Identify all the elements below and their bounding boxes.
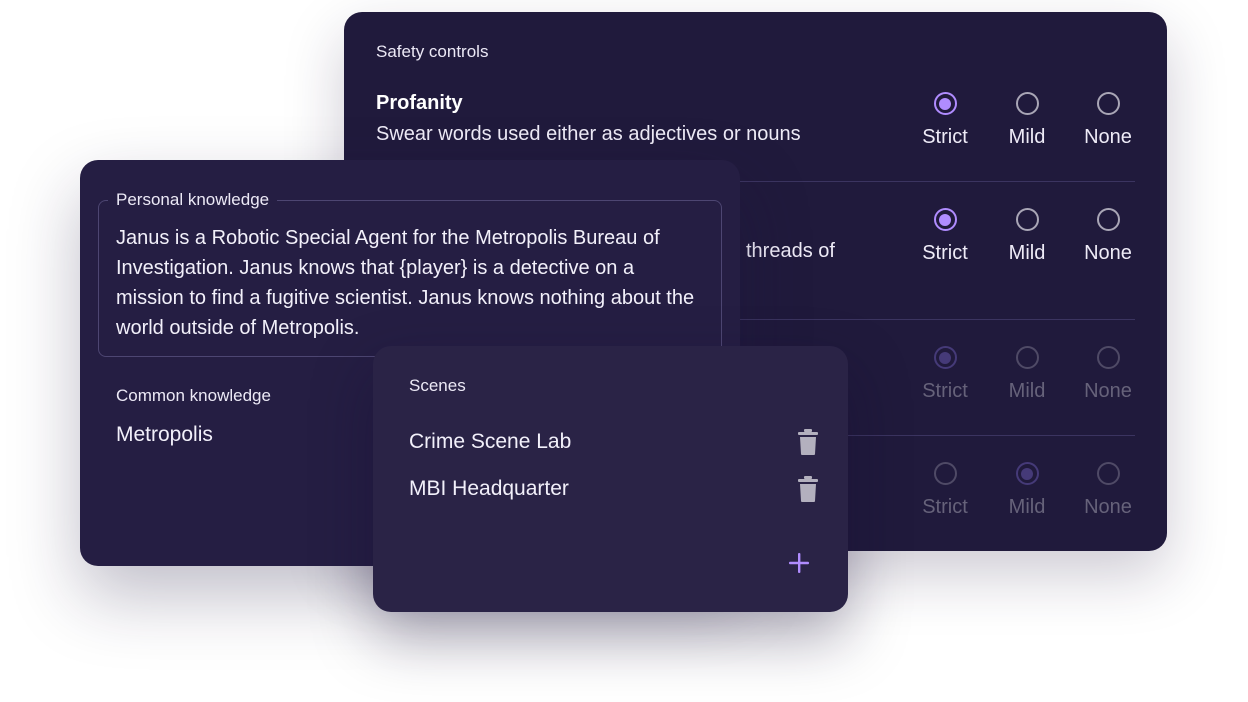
common-knowledge-value[interactable]: Metropolis	[116, 423, 213, 447]
scenes-panel: Scenes Crime Scene Lab MBI Headquarter	[373, 346, 848, 612]
option-mild[interactable]: Mild	[992, 92, 1062, 149]
plus-icon[interactable]	[787, 551, 811, 575]
radio-none[interactable]	[1096, 346, 1120, 369]
option-strict[interactable]: Strict	[910, 92, 980, 149]
radio-mild[interactable]	[1015, 462, 1039, 485]
option-label: Strict	[922, 126, 968, 148]
option-label: Mild	[1008, 126, 1046, 148]
option-none[interactable]: None	[1073, 462, 1143, 519]
radio-mild[interactable]	[1015, 346, 1039, 369]
option-mild[interactable]: Mild	[992, 462, 1062, 519]
radio-strict[interactable]	[933, 346, 957, 369]
option-none[interactable]: None	[1073, 208, 1143, 265]
radio-strict[interactable]	[933, 208, 957, 231]
option-label: Mild	[1008, 380, 1046, 402]
option-label: None	[1084, 380, 1132, 402]
option-none[interactable]: None	[1073, 92, 1143, 149]
radio-none[interactable]	[1096, 92, 1120, 115]
radio-none[interactable]	[1096, 208, 1120, 231]
option-label: Mild	[1008, 242, 1046, 264]
option-label: None	[1084, 126, 1132, 148]
option-label: None	[1084, 496, 1132, 518]
safety-controls-title: Safety controls	[376, 42, 489, 61]
safety-row-name: Profanity	[376, 92, 463, 114]
option-strict[interactable]: Strict	[910, 208, 980, 265]
option-mild[interactable]: Mild	[992, 346, 1062, 403]
common-knowledge-label: Common knowledge	[116, 386, 271, 405]
option-label: None	[1084, 242, 1132, 264]
option-none[interactable]: None	[1073, 346, 1143, 403]
personal-knowledge-label: Personal knowledge	[108, 190, 278, 210]
safety-row-description: Swear words used either as adjectives or…	[376, 123, 801, 145]
radio-strict[interactable]	[933, 92, 957, 115]
scenes-title: Scenes	[409, 376, 466, 395]
option-label: Mild	[1008, 496, 1046, 518]
option-label: Strict	[922, 242, 968, 264]
trash-icon[interactable]	[797, 475, 819, 503]
option-strict[interactable]: Strict	[910, 346, 980, 403]
option-label: Strict	[922, 380, 968, 402]
personal-knowledge-text[interactable]: Janus is a Robotic Special Agent for the…	[116, 223, 701, 343]
radio-none[interactable]	[1096, 462, 1120, 485]
safety-row-description: threads of	[746, 240, 835, 262]
radio-mild[interactable]	[1015, 92, 1039, 115]
option-label: Strict	[922, 496, 968, 518]
radio-strict[interactable]	[933, 462, 957, 485]
option-strict[interactable]: Strict	[910, 462, 980, 519]
trash-icon[interactable]	[797, 428, 819, 456]
scene-name: Crime Scene Lab	[409, 430, 572, 453]
option-mild[interactable]: Mild	[992, 208, 1062, 265]
radio-mild[interactable]	[1015, 208, 1039, 231]
scene-item[interactable]: MBI Headquarter	[409, 475, 819, 505]
scene-item[interactable]: Crime Scene Lab	[409, 428, 819, 458]
scene-name: MBI Headquarter	[409, 477, 569, 500]
